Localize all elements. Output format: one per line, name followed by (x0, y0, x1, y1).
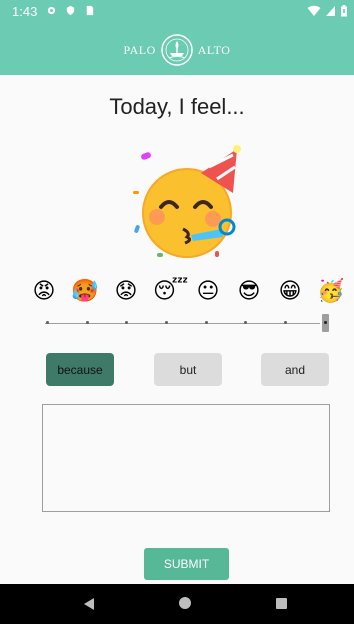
app-header: 1:43 PALO ALTO (0, 0, 354, 75)
system-nav-bar (0, 584, 354, 624)
but-button[interactable]: but (154, 353, 222, 386)
signal-icon (326, 6, 335, 16)
slider-tick (46, 321, 49, 324)
status-time: 1:43 (12, 4, 38, 19)
mood-prompt: Today, I feel... (109, 94, 245, 119)
submit-button[interactable]: SUBMIT (144, 548, 229, 580)
slider-tick (125, 321, 128, 324)
emoji-sleepy[interactable]: 😴 (153, 281, 188, 303)
emoji-angry[interactable]: 😡 (30, 281, 58, 303)
battery-icon (341, 5, 347, 17)
emoji-party[interactable]: 🥳 (317, 281, 345, 303)
slider-tick (165, 321, 168, 324)
recents-icon[interactable] (276, 598, 287, 609)
party-face-emoji-icon (133, 145, 241, 258)
emoji-hot[interactable]: 🥵 (71, 281, 99, 303)
status-right-icons (307, 5, 348, 17)
palo-alto-logo: PALO ALTO (0, 32, 354, 68)
back-icon[interactable] (83, 597, 95, 611)
emoji-grin[interactable]: 😁 (276, 281, 304, 303)
logo-text-left: PALO (123, 42, 156, 57)
note-textarea[interactable] (42, 404, 330, 512)
and-button[interactable]: and (261, 353, 329, 386)
slider-tick (205, 321, 208, 324)
emoji-worried[interactable]: 😟 (112, 281, 140, 303)
slider-tick (244, 321, 247, 324)
status-left-icons (46, 5, 95, 16)
mood-slider[interactable] (45, 314, 330, 332)
emoji-options: 😡 🥵 😟 😴 😐 😎 😁 🥳 (30, 274, 345, 310)
shield-icon (66, 5, 75, 16)
emoji-neutral[interactable]: 😐 (194, 281, 222, 303)
status-bar: 1:43 (0, 0, 354, 24)
wifi-icon (307, 5, 321, 16)
slider-tick (86, 321, 89, 324)
because-button[interactable]: because (46, 353, 114, 386)
palo-alto-seal-icon (161, 34, 193, 66)
home-icon[interactable] (179, 597, 191, 609)
emoji-cool[interactable]: 😎 (235, 281, 263, 303)
slider-thumb[interactable] (322, 314, 329, 332)
logo-text-right: ALTO (197, 42, 231, 57)
gear-icon (47, 6, 56, 15)
slider-tick (284, 321, 287, 324)
sim-card-icon (86, 5, 94, 16)
